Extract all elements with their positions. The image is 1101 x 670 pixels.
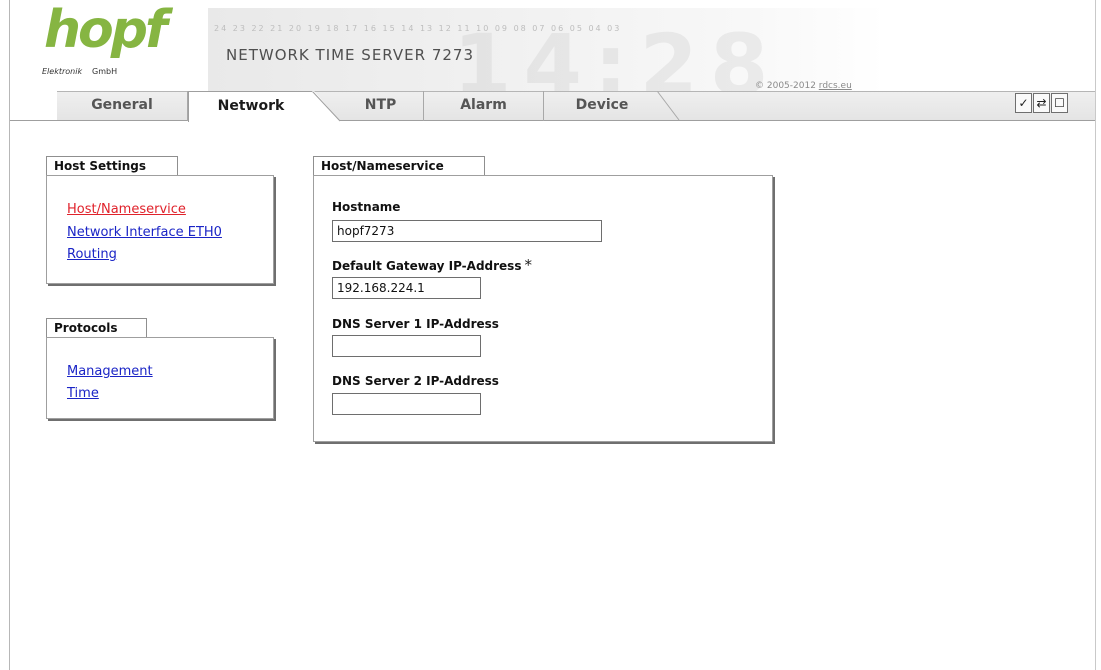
dns2-input[interactable]	[332, 393, 481, 415]
tab-general[interactable]: General	[57, 91, 188, 121]
form-title: Host/Nameservice	[313, 156, 485, 176]
banner-clock-watermark: 14:28	[453, 16, 781, 92]
apply-icon[interactable]: ✓	[1015, 93, 1032, 113]
link-time[interactable]: Time	[67, 386, 99, 402]
reload-icon[interactable]: ⇄	[1033, 93, 1050, 113]
host-nameservice-panel: Hostname Default Gateway IP-Address* DNS…	[313, 175, 773, 442]
dns1-label: DNS Server 1 IP-Address	[332, 317, 499, 331]
hostname-input[interactable]	[332, 220, 602, 242]
tab-device-edge	[657, 91, 680, 121]
gateway-label-text: Default Gateway IP-Address	[332, 259, 522, 273]
product-title: NETWORK TIME SERVER 7273	[226, 46, 475, 64]
hopf-logo: hopf Elektronik GmbH	[36, 4, 168, 82]
gateway-label: Default Gateway IP-Address *	[332, 256, 532, 274]
copyright-text: © 2005-2012	[755, 81, 819, 91]
protocols-panel: Management Time	[46, 337, 274, 419]
host-settings-title: Host Settings	[46, 156, 178, 176]
link-network-interface-eth0[interactable]: Network Interface ETH0	[67, 225, 222, 241]
main-tab-bar: General Network NTP Alarm Device	[0, 91, 1101, 122]
link-management[interactable]: Management	[67, 364, 153, 380]
required-mark: *	[524, 256, 532, 274]
tab-network[interactable]: Network	[188, 91, 313, 122]
dns2-label: DNS Server 2 IP-Address	[332, 374, 499, 388]
logo-subtitle-right: GmbH	[92, 67, 118, 76]
link-host-nameservice[interactable]: Host/Nameservice	[67, 202, 186, 218]
logo-subtitle-left: Elektronik	[42, 67, 83, 76]
copyright-link[interactable]: rdcs.eu	[819, 81, 852, 91]
copyright-notice: © 2005-2012 rdcs.eu	[755, 81, 852, 91]
link-routing[interactable]: Routing	[67, 247, 117, 263]
protocols-title: Protocols	[46, 318, 147, 338]
header-banner: 24 23 22 21 20 19 18 17 16 15 14 13 12 1…	[208, 8, 885, 92]
save-icon[interactable]: ☐	[1051, 93, 1068, 113]
host-settings-panel: Host/Nameservice Network Interface ETH0 …	[46, 175, 274, 284]
tab-device[interactable]: Device	[544, 91, 660, 121]
dns1-input[interactable]	[332, 335, 481, 357]
tab-alarm[interactable]: Alarm	[424, 91, 544, 121]
hostname-label: Hostname	[332, 200, 401, 214]
logo-wordmark: hopf	[44, 0, 168, 60]
tab-ntp[interactable]: NTP	[338, 91, 424, 121]
gateway-input[interactable]	[332, 277, 481, 299]
